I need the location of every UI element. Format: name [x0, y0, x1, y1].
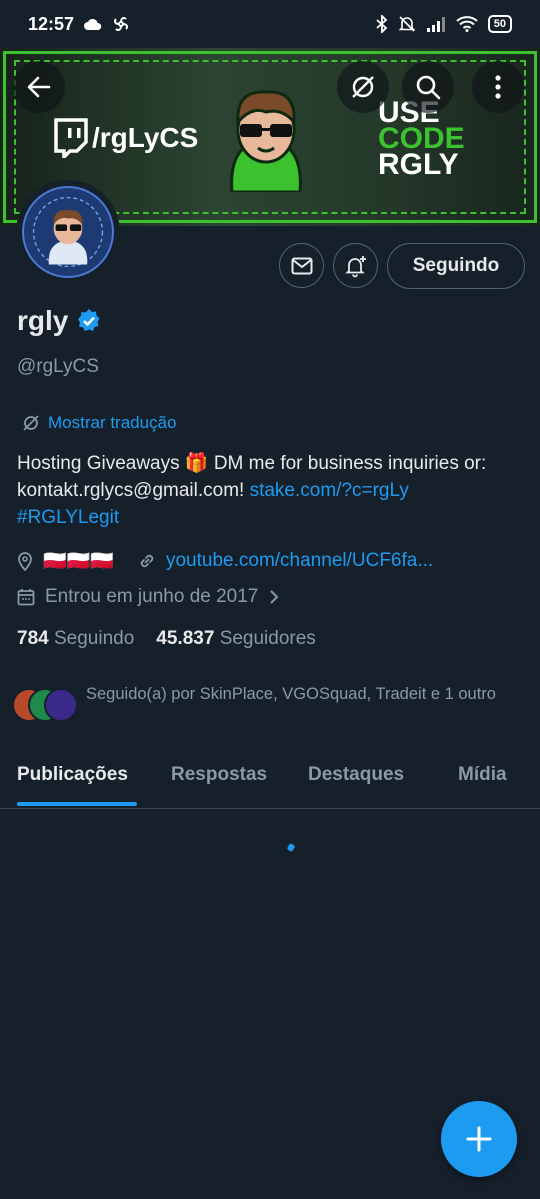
- calendar-icon: [17, 589, 35, 606]
- profile-handle: @rgLyCS: [17, 356, 99, 377]
- more-options-button[interactable]: [472, 61, 524, 113]
- plus-icon: [466, 1126, 492, 1152]
- active-tab-indicator: [17, 802, 137, 806]
- bell-plus-icon: [344, 255, 366, 277]
- tab-media[interactable]: Mídia: [458, 752, 507, 808]
- compose-post-button[interactable]: [441, 1101, 517, 1177]
- website-link[interactable]: youtube.com/channel/UCF6fa...: [166, 550, 433, 572]
- profile-tabs: Publicações Respostas Destaques Mídia: [0, 752, 540, 809]
- translate-small-icon: [23, 415, 39, 431]
- banner-twitch-text: /rgLyCS: [92, 122, 199, 153]
- tab-highlights[interactable]: Destaques: [308, 752, 404, 808]
- following-count: 784: [17, 628, 49, 649]
- cloud-icon: [84, 18, 102, 30]
- bio-link[interactable]: stake.com/?c=rgLy: [250, 480, 409, 501]
- back-button[interactable]: [13, 61, 65, 113]
- search-icon: [416, 75, 441, 100]
- chevron-right-icon: [270, 590, 279, 604]
- tab-replies[interactable]: Respostas: [171, 752, 267, 808]
- bluetooth-icon: [376, 15, 388, 33]
- following-label: Seguindo: [53, 628, 135, 649]
- battery-indicator: 50: [487, 15, 512, 33]
- wifi-icon: [456, 16, 478, 32]
- joined-date: Entrou em junho de 2017: [45, 586, 259, 607]
- banner-mascot-image: [230, 90, 302, 192]
- location-flags: 🇵🇱🇵🇱🇵🇱: [43, 551, 114, 572]
- verified-badge-icon: [78, 309, 100, 331]
- profile-bio: Hosting Giveaways 🎁 DM me for business i…: [17, 450, 527, 531]
- envelope-icon: [291, 257, 312, 274]
- mute-icon: [398, 16, 416, 32]
- banner-twitch-logo: /rgLyCS: [52, 118, 198, 158]
- following-button[interactable]: Seguindo: [387, 243, 525, 289]
- avatar-mascot: [32, 196, 104, 268]
- show-translation-label: Mostrar tradução: [48, 413, 177, 432]
- followed-by-row[interactable]: Seguido(a) por SkinPlace, VGOSquad, Trad…: [12, 682, 506, 724]
- promo-line-3: RGLY: [378, 148, 459, 181]
- profile-meta-location-website: 🇵🇱🇵🇱🇵🇱 youtube.com/channel/UCF6fa...: [17, 549, 433, 573]
- followed-by-text: Seguido(a) por SkinPlace, VGOSquad, Trad…: [86, 685, 496, 703]
- followed-by-avatars: [12, 688, 78, 724]
- search-button[interactable]: [402, 61, 454, 113]
- display-name: rgly: [17, 305, 69, 336]
- following-count-link[interactable]: 784 Seguindo: [17, 628, 134, 650]
- message-button[interactable]: [279, 243, 324, 288]
- show-translation-link[interactable]: Mostrar tradução: [22, 413, 177, 433]
- twitch-icon: [54, 118, 88, 158]
- more-vertical-icon: [495, 75, 501, 99]
- notifications-button[interactable]: [333, 243, 378, 288]
- location-pin-icon: [18, 552, 32, 571]
- follower-avatar-3: [44, 688, 78, 722]
- followers-label: Seguidores: [219, 628, 316, 649]
- loading-spinner: [286, 842, 296, 853]
- translate-button[interactable]: [337, 61, 389, 113]
- translate-icon: [352, 76, 374, 98]
- status-bar: 12:57 50: [0, 0, 540, 48]
- link-icon: [140, 554, 154, 568]
- profile-avatar[interactable]: [16, 180, 120, 284]
- signal-icon: [426, 17, 445, 32]
- tab-posts[interactable]: Publicações: [17, 752, 128, 808]
- profile-meta-joined[interactable]: Entrou em junho de 2017: [17, 586, 280, 608]
- fan-icon: [114, 17, 129, 31]
- profile-name: rgly: [17, 305, 102, 337]
- status-time: 12:57: [28, 13, 75, 34]
- arrow-left-icon: [27, 76, 51, 98]
- bio-hashtag[interactable]: #RGLYLegit: [17, 507, 119, 528]
- followers-count-link[interactable]: 45.837 Seguidores: [156, 628, 316, 650]
- followers-count: 45.837: [156, 628, 215, 649]
- avatar-image: [22, 186, 114, 278]
- follow-counts: 784 Seguindo 45.837 Seguidores: [17, 628, 316, 650]
